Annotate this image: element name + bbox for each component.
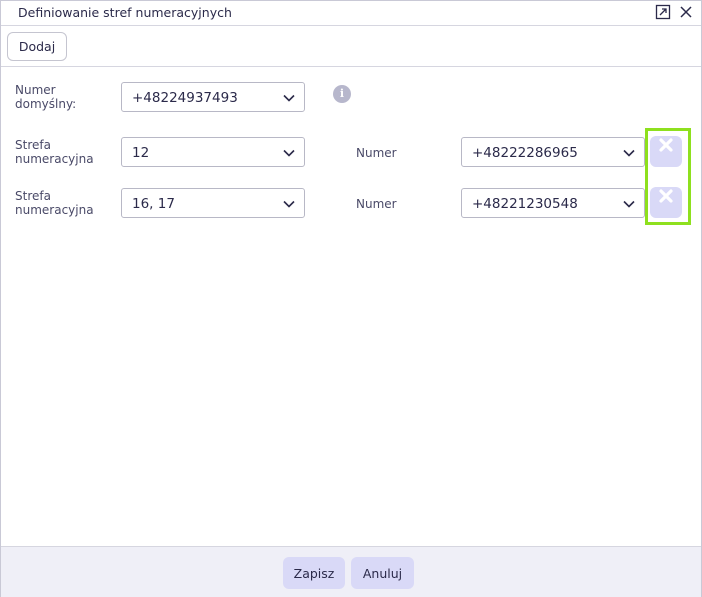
number-value: +48222286965 xyxy=(472,145,578,161)
popout-icon[interactable] xyxy=(655,4,671,20)
footer: Zapisz Anuluj xyxy=(1,546,701,597)
zone-value: 12 xyxy=(132,145,150,161)
default-number-value: +48224937493 xyxy=(132,90,238,106)
close-icon[interactable] xyxy=(678,4,694,20)
chevron-down-icon xyxy=(283,200,295,208)
add-button[interactable]: Dodaj xyxy=(7,32,67,61)
dialog: Definiowanie stref numeracyjnych Dodaj N… xyxy=(0,0,702,597)
chevron-down-icon xyxy=(283,94,295,102)
dialog-title: Definiowanie stref numeracyjnych xyxy=(18,5,232,20)
info-icon[interactable]: i xyxy=(333,85,351,103)
close-icon xyxy=(659,138,673,152)
chevron-down-icon xyxy=(623,200,635,208)
default-number-label: Numer domyślny: xyxy=(15,83,77,111)
title-bar: Definiowanie stref numeracyjnych xyxy=(1,1,701,26)
chevron-down-icon xyxy=(623,149,635,157)
number-value: +48221230548 xyxy=(472,196,578,212)
zone-label: Strefa numeracyjna xyxy=(15,138,94,166)
number-select[interactable]: +48222286965 xyxy=(461,137,645,167)
save-button[interactable]: Zapisz xyxy=(283,557,345,589)
default-number-select[interactable]: +48224937493 xyxy=(121,82,305,112)
delete-zone-button[interactable] xyxy=(650,136,682,167)
number-select[interactable]: +48221230548 xyxy=(461,188,645,218)
zone-select[interactable]: 16, 17 xyxy=(121,188,305,218)
toolbar: Dodaj xyxy=(1,27,701,67)
chevron-down-icon xyxy=(283,149,295,157)
zone-value: 16, 17 xyxy=(132,196,175,212)
number-label: Numer xyxy=(356,146,397,160)
delete-zone-button[interactable] xyxy=(650,187,682,218)
close-icon xyxy=(659,189,673,203)
zone-select[interactable]: 12 xyxy=(121,137,305,167)
cancel-button[interactable]: Anuluj xyxy=(351,557,414,589)
zone-label: Strefa numeracyjna xyxy=(15,189,94,217)
number-label: Numer xyxy=(356,197,397,211)
